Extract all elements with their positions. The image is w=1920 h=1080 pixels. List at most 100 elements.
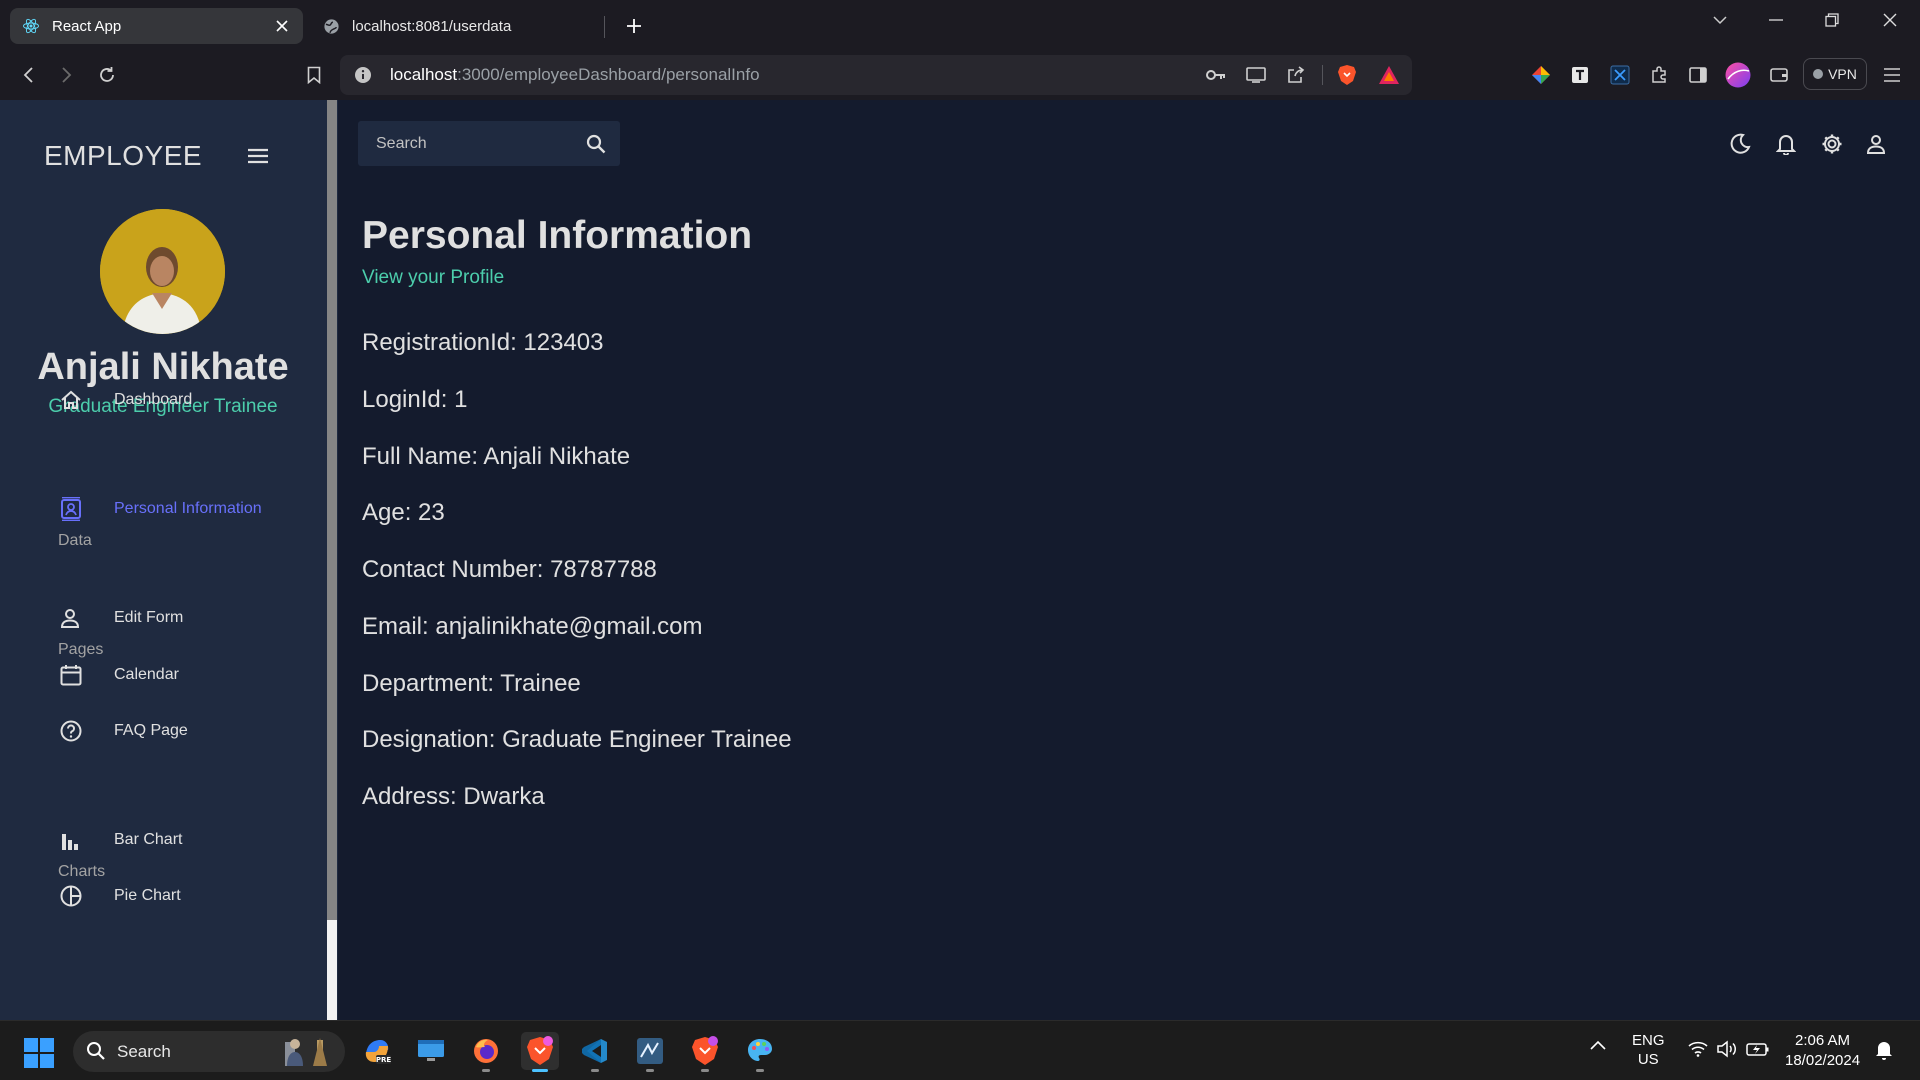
firefox-app-icon[interactable] xyxy=(467,1032,505,1072)
sidebar-item-label: FAQ Page xyxy=(114,722,188,739)
search-highlight-icon xyxy=(281,1036,337,1068)
desktop-app-icon[interactable] xyxy=(412,1032,450,1070)
sidebar-item-calendar[interactable]: Calendar xyxy=(60,655,179,695)
search-input[interactable] xyxy=(358,121,578,166)
windows-start-icon[interactable] xyxy=(24,1038,54,1068)
running-indicator xyxy=(756,1069,764,1072)
react-icon xyxy=(22,17,40,35)
browser-menu-icon[interactable] xyxy=(1878,61,1906,89)
notification-center-icon[interactable] xyxy=(1875,1040,1893,1060)
tab-react-app[interactable]: React App xyxy=(10,8,303,44)
battery-icon[interactable] xyxy=(1746,1041,1770,1057)
brave-beta-app-icon[interactable] xyxy=(686,1032,724,1072)
tab-title: React App xyxy=(52,17,122,35)
brave-shields-icon[interactable] xyxy=(1335,64,1359,86)
address-bar[interactable]: localhost:3000/employeeDashboard/persona… xyxy=(340,55,1412,95)
vscode-app-icon[interactable] xyxy=(576,1032,614,1072)
paint-app-icon[interactable] xyxy=(741,1032,779,1072)
taskbar-search[interactable]: Search xyxy=(73,1031,345,1072)
site-info-icon[interactable] xyxy=(354,66,372,84)
dark-mode-icon[interactable] xyxy=(1725,130,1755,158)
colorful-extension-icon[interactable] xyxy=(1527,61,1555,89)
minimize-icon[interactable] xyxy=(1756,6,1796,34)
sidebar-item-faq[interactable]: FAQ Page xyxy=(60,711,188,751)
user-profile-icon[interactable] xyxy=(1861,130,1891,158)
calendar-icon xyxy=(60,664,100,686)
tab-title: localhost:8081/userdata xyxy=(352,17,512,35)
sidebar-item-dashboard[interactable]: Dashboard xyxy=(60,380,192,420)
search-icon[interactable] xyxy=(582,131,610,157)
sidebar-item-label: Calendar xyxy=(114,666,179,683)
url-text[interactable]: localhost:3000/employeeDashboard/persona… xyxy=(390,65,760,85)
menu-hamburger-icon[interactable] xyxy=(244,144,272,168)
sidebar-item-label: Personal Information xyxy=(114,500,262,517)
page-title: Personal Information xyxy=(362,214,753,257)
browser-tab-bar: React App localhost:8081/userdata xyxy=(0,0,1920,50)
field-contact-number: Contact Number: 78787788 xyxy=(362,556,657,583)
globe-icon xyxy=(322,17,340,35)
clock[interactable]: 2:06 AM 18/02/2024 xyxy=(1785,1031,1860,1071)
reload-icon[interactable] xyxy=(93,61,121,89)
sidebar-item-pie-chart[interactable]: Pie Chart xyxy=(60,876,181,916)
close-window-icon[interactable] xyxy=(1870,6,1910,34)
running-indicator xyxy=(646,1069,654,1072)
sidebar-toggle-icon[interactable] xyxy=(1684,61,1712,89)
sidebar-item-bar-chart[interactable]: Bar Chart xyxy=(60,820,182,860)
close-tab-icon[interactable] xyxy=(273,17,291,35)
running-indicator xyxy=(482,1069,490,1072)
running-indicator xyxy=(591,1069,599,1072)
show-hidden-icons-chevron-icon[interactable] xyxy=(1590,1040,1606,1050)
windows-taskbar: Search PRE ENG US 2:06 AM 18/02/2024 xyxy=(0,1020,1920,1080)
field-designation: Designation: Graduate Engineer Trainee xyxy=(362,726,792,753)
field-registration-id: RegistrationId: 123403 xyxy=(362,329,604,356)
sidebar-item-personal-information[interactable]: Personal Information xyxy=(60,489,262,529)
notifications-bell-icon[interactable] xyxy=(1771,130,1801,158)
divider xyxy=(1322,65,1323,85)
running-indicator xyxy=(701,1069,709,1072)
sidebar-scrollbar-thumb[interactable] xyxy=(327,100,337,920)
key-icon[interactable] xyxy=(1204,64,1228,86)
bar-chart-icon xyxy=(60,830,100,850)
new-tab-button[interactable] xyxy=(620,12,648,40)
mysql-workbench-app-icon[interactable] xyxy=(631,1032,669,1072)
wifi-icon[interactable] xyxy=(1688,1041,1708,1057)
taskbar-search-label: Search xyxy=(117,1042,171,1061)
bookmark-icon[interactable] xyxy=(300,61,328,89)
browser-toolbar: localhost:3000/employeeDashboard/persona… xyxy=(0,50,1920,100)
volume-icon[interactable] xyxy=(1716,1040,1738,1058)
copilot-app-icon[interactable]: PRE xyxy=(358,1032,396,1070)
contacts-icon xyxy=(60,497,100,521)
url-host: localhost xyxy=(390,65,458,84)
language-code: ENG xyxy=(1632,1032,1665,1049)
extension-xcode-icon[interactable] xyxy=(1606,61,1634,89)
restore-icon[interactable] xyxy=(1812,6,1852,34)
share-icon[interactable] xyxy=(1284,64,1308,86)
extensions-puzzle-icon[interactable] xyxy=(1645,61,1673,89)
tab-search-chevron-icon[interactable] xyxy=(1700,6,1740,34)
running-indicator xyxy=(532,1069,548,1072)
back-icon[interactable] xyxy=(14,61,42,89)
brand-title: EMPLOYEE xyxy=(44,140,203,171)
profile-avatar-icon[interactable] xyxy=(1724,61,1752,89)
wallet-icon[interactable] xyxy=(1765,61,1793,89)
svg-text:PRE: PRE xyxy=(376,1056,392,1064)
extension-t-icon[interactable] xyxy=(1566,61,1594,89)
settings-gear-icon[interactable] xyxy=(1817,130,1847,158)
sidebar-scrollbar-lower xyxy=(327,920,337,1020)
field-department: Department: Trainee xyxy=(362,670,581,697)
field-email: Email: anjalinikhate@gmail.com xyxy=(362,613,703,640)
field-age: Age: 23 xyxy=(362,499,445,526)
cast-icon[interactable] xyxy=(1244,64,1268,86)
sidebar: EMPLOYEE Anjali Nikhate Graduate Enginee… xyxy=(0,100,326,1020)
vpn-button[interactable]: VPN xyxy=(1803,58,1867,90)
vpn-label: VPN xyxy=(1828,66,1857,82)
avatar xyxy=(100,209,225,334)
field-login-id: LoginId: 1 xyxy=(362,386,468,413)
language-indicator[interactable]: ENG US xyxy=(1632,1031,1665,1069)
section-title-data: Data xyxy=(58,532,92,549)
tab-userdata[interactable]: localhost:8081/userdata xyxy=(310,8,606,44)
forward-icon[interactable] xyxy=(53,61,81,89)
sidebar-item-edit-form[interactable]: Edit Form xyxy=(60,598,183,638)
brave-app-icon[interactable] xyxy=(521,1032,559,1072)
brave-rewards-icon[interactable] xyxy=(1377,64,1401,86)
